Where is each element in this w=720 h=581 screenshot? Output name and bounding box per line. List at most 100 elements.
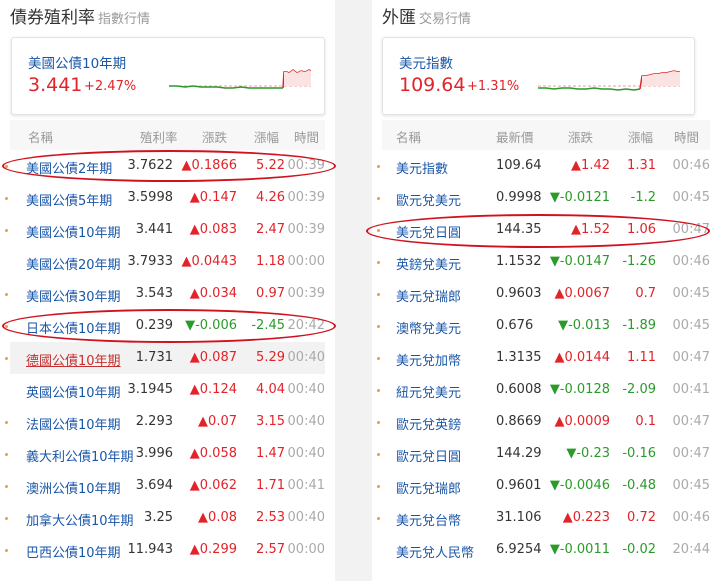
featured-bond-name[interactable]: 美國公債10年期 [28,52,126,72]
row-name[interactable]: 加拿大公債10年期 [26,510,134,529]
row-name[interactable]: 紐元兌美元 [396,382,461,401]
bond-row[interactable]: 德國公債10年期 1.731 ▲0.087 5.29 00:40 [5,342,325,374]
forex-subtitle[interactable]: 交易行情 [419,12,471,27]
row-time: 00:45 [672,318,710,333]
row-name[interactable]: 英國公債10年期 [26,382,121,401]
row-pct: 4.04 [256,382,285,397]
featured-bond-sparkline [169,69,311,89]
fx-row[interactable]: 澳幣兌美元 0.676 ▼-0.013 -1.89 00:45 [377,310,710,342]
fx-row[interactable]: 美元兌加幣 1.3135 ▲0.0144 1.11 00:47 [377,342,710,374]
bond-row[interactable]: 義大利公債10年期 3.996 ▲0.058 1.47 00:40 [5,438,325,470]
row-time: 00:41 [672,382,710,397]
bullet-icon [377,421,380,424]
row-name[interactable]: 歐元兌日圓 [396,446,461,465]
row-change: ▲0.124 [189,382,237,397]
fx-table-header: 名稱 最新價 漲跌 漲幅 時間 [382,120,710,150]
featured-fx-card[interactable]: 美元指數 109.64 +1.31% [382,37,695,115]
row-pct: 2.57 [256,542,285,557]
row-name[interactable]: 英鎊兌美元 [396,254,461,273]
fx-row[interactable]: 歐元兌瑞郎 0.9601 ▼-0.0046 -0.48 00:45 [377,470,710,502]
bond-row[interactable]: 加拿大公債10年期 3.25 ▲0.08 2.53 00:40 [5,502,325,534]
row-name[interactable]: 美國公債5年期 [26,190,112,209]
featured-fx-name[interactable]: 美元指數 [399,52,453,72]
bond-row[interactable]: 美國公債2年期 3.7622 ▲0.1866 5.22 00:39 [5,150,325,182]
row-name[interactable]: 日本公債10年期 [26,318,121,337]
row-name[interactable]: 澳洲公債10年期 [26,478,121,497]
bullet-icon [5,485,8,488]
row-name[interactable]: 美國公債30年期 [26,286,121,305]
fx-row[interactable]: 歐元兌美元 0.9998 ▼-0.0121 -1.2 00:45 [377,182,710,214]
row-change: ▲0.1866 [181,158,238,173]
header-pct: 漲幅 [254,130,280,145]
row-pct: 5.22 [256,158,285,173]
row-time: 00:47 [672,350,710,365]
row-pct: 0.1 [635,414,656,429]
fx-row[interactable]: 歐元兌日圓 144.29 ▼-0.23 -0.16 00:47 [377,438,710,470]
row-name[interactable]: 法國公債10年期 [26,414,121,433]
row-name[interactable]: 美元兌台幣 [396,510,461,529]
fx-row[interactable]: 英鎊兌美元 1.1532 ▼-0.0147 -1.26 00:46 [377,246,710,278]
bullet-icon [377,165,380,168]
fx-row[interactable]: 美元兌瑞郎 0.9603 ▲0.0067 0.7 00:45 [377,278,710,310]
row-name[interactable]: 美國公債2年期 [26,158,112,177]
row-name[interactable]: 美國公債20年期 [26,254,121,273]
header-price: 最新價 [496,130,534,145]
row-name[interactable]: 美元兌人民幣 [396,542,474,561]
row-name[interactable]: 澳幣兌美元 [396,318,461,337]
row-time: 00:00 [287,254,325,269]
row-value: 0.239 [135,318,173,333]
row-value: 144.35 [496,222,542,237]
row-pct: 2.47 [256,222,285,237]
row-time: 00:46 [672,254,710,269]
row-name[interactable]: 義大利公債10年期 [26,446,134,465]
row-value: 3.7933 [127,254,174,269]
row-value: 3.543 [135,286,173,301]
bullet-icon [377,197,380,200]
row-pct: 0.7 [635,286,656,301]
header-time: 時間 [294,130,320,145]
row-name[interactable]: 美國公債10年期 [26,222,121,241]
bond-row[interactable]: 美國公債10年期 3.441 ▲0.083 2.47 00:39 [5,214,325,246]
row-time: 00:39 [287,222,325,237]
fx-row[interactable]: 紐元兌美元 0.6008 ▼-0.0128 -2.09 00:41 [377,374,710,406]
row-name[interactable]: 美元兌瑞郎 [396,286,461,305]
bond-row[interactable]: 澳洲公債10年期 3.694 ▲0.062 1.71 00:41 [5,470,325,502]
bond-row[interactable]: 日本公債10年期 0.239 ▼-0.006 -2.45 20:42 [5,310,325,342]
bond-row[interactable]: 美國公債20年期 3.7933 ▲0.0443 1.18 00:00 [10,246,325,278]
featured-bond-card[interactable]: 美國公債10年期 3.441 +2.47% [11,37,325,115]
row-pct: -2.09 [622,382,656,397]
bond-row[interactable]: 法國公債10年期 2.293 ▲0.07 3.15 00:40 [5,406,325,438]
bond-yields-subtitle[interactable]: 指數行情 [98,12,150,27]
row-time: 00:47 [672,222,710,237]
row-name[interactable]: 歐元兌瑞郎 [396,478,461,497]
row-pct: 0.97 [256,286,285,301]
fx-row[interactable]: 美元指數 109.64 ▲1.42 1.31 00:46 [377,150,710,182]
featured-bond-change: +2.47% [84,79,137,94]
row-time: 00:45 [672,286,710,301]
bond-row[interactable]: 美國公債30年期 3.543 ▲0.034 0.97 00:39 [5,278,325,310]
bond-row[interactable]: 美國公債5年期 3.5998 ▲0.147 4.26 00:39 [5,182,325,214]
bond-row[interactable]: 英國公債10年期 3.1945 ▲0.124 4.04 00:40 [10,374,325,406]
fx-row[interactable]: 美元兌台幣 31.106 ▲0.223 0.72 00:46 [377,502,710,534]
header-name: 名稱 [28,130,54,145]
row-name[interactable]: 美元指數 [396,158,448,177]
row-name[interactable]: 美元兌加幣 [396,350,461,369]
fx-row[interactable]: 美元兌人民幣 6.9254 ▼-0.0011 -0.02 20:44 [382,534,710,566]
row-pct: 1.31 [627,158,656,173]
row-name[interactable]: 德國公債10年期 [26,350,121,369]
row-name[interactable]: 美元兌日圓 [396,222,461,241]
featured-fx-change: +1.31% [467,79,520,94]
bond-row[interactable]: 巴西公債10年期 11.943 ▲0.299 2.57 00:00 [5,534,325,566]
row-name[interactable]: 巴西公債10年期 [26,542,121,561]
row-name[interactable]: 歐元兌美元 [396,190,461,209]
row-time: 00:00 [287,542,325,557]
row-time: 20:42 [287,318,325,333]
fx-row[interactable]: 美元兌日圓 144.35 ▲1.52 1.06 00:47 [377,214,710,246]
bullet-icon [5,165,8,168]
row-name[interactable]: 歐元兌英鎊 [396,414,461,433]
header-time: 時間 [674,130,700,145]
bullet-icon [377,261,380,264]
fx-row[interactable]: 歐元兌英鎊 0.8669 ▲0.0009 0.1 00:47 [377,406,710,438]
row-change: ▼-0.0128 [549,382,610,397]
row-time: 00:40 [287,446,325,461]
